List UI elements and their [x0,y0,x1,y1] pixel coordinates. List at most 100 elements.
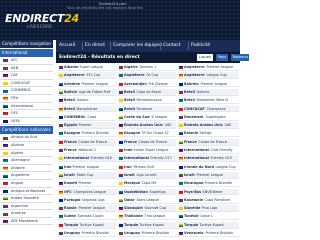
tab-pays[interactable]: Pays [216,54,228,61]
sidebar-item[interactable]: Antigua-et-Barbuda [0,188,53,196]
sidebar-item[interactable]: AVB [0,65,53,73]
league-link[interactable]: Brésil Gaúcho [178,88,239,96]
tab-ligues[interactable]: Ligues [197,54,213,61]
league-link[interactable]: Angleterre EFL Cup [58,72,116,80]
league-link[interactable]: Turquie Turkiye Kupasi [178,221,239,229]
league-link[interactable]: Inde Indian Super League [118,147,176,154]
tab-tableaux[interactable]: Tableaux [231,54,249,61]
sidebar-item[interactable]: Algérie [0,150,53,158]
sidebar-item[interactable]: Allemagne [0,157,53,165]
league-link[interactable]: Espagne 3ª Div Grupo 12 [118,130,176,138]
nav-link[interactable]: Accueil [57,40,77,52]
sidebar-item[interactable]: CAF [0,72,53,80]
league-link[interactable]: CONMEBOL Copa [58,114,116,121]
league-link[interactable]: Nicaragua Primera División [178,180,239,188]
league-link[interactable]: Tunésie Ligue 1 [178,213,239,221]
league-link[interactable]: Émirats Arabes Unis UAE [118,122,176,129]
sidebar-item[interactable]: Andorre [0,165,53,173]
league-country: International [124,156,149,161]
sidebar-item[interactable]: Argentine [0,203,53,211]
league-link[interactable]: Algérie Division 1 [118,64,176,71]
sidebar-section-international[interactable]: International [0,49,53,57]
league-country: Suède [64,214,76,219]
sidebar-item[interactable]: International [0,103,53,111]
league-link[interactable]: Brésil Goiano [58,97,116,105]
league-link[interactable]: Suède Svenska Cupen [58,213,116,221]
sidebar-item[interactable]: Afrique du Sud [0,134,53,142]
sidebar-item[interactable]: Angleterre [0,172,53,180]
league-link[interactable]: Israël State Cup [58,171,116,179]
league-link[interactable]: Thailande Thai League [118,213,176,221]
league-link[interactable]: Irak Premier League [58,164,116,171]
league-link[interactable]: Russie Premier League [58,205,116,212]
league-link[interactable]: Brésil Brasileirão Série D [178,97,239,105]
league-link[interactable]: International Friendly U17 [118,155,176,163]
league-link[interactable]: France Coupe de France [58,138,116,146]
league-link[interactable]: Koweït Premier [58,180,116,188]
league-link[interactable]: Turquie Turkiye Kupasi [118,221,176,229]
league-link[interactable]: Brésil Maranhense [58,105,116,113]
league-link[interactable]: Angleterre Premier League [178,64,239,71]
league-link[interactable]: Albanie Super League [58,64,116,71]
league-link[interactable]: International Friendly U23 [178,155,239,163]
nav-link[interactable]: En direct [83,40,107,52]
league-link[interactable]: Irlande du Nord League Cup [178,164,239,171]
league-link[interactable]: Mexique Copa MX [118,180,176,188]
nav-link[interactable]: Comparer les équipes [111,40,164,52]
league-link[interactable]: Qatar Stars League [118,197,176,204]
sidebar-item[interactable]: Arménie [0,210,53,218]
league-link[interactable]: Arménie Premier League [58,81,116,88]
league-link[interactable]: Azerbaïdjan Pré Division [118,81,176,88]
league-link[interactable]: Ouzbékistan Superliga [118,188,176,196]
league-link[interactable]: Angleterre League Cup [178,72,239,80]
sidebar-item[interactable]: Angola [0,180,53,188]
league-link[interactable]: Estonie Esiliiga [178,130,239,138]
league-link[interactable]: Bolivie Liga de Fútbol Prof [58,88,116,96]
league-link[interactable]: France Coupe de France [178,138,239,146]
sidebar-item[interactable]: Albénie [0,142,53,150]
league-link[interactable]: International Club Friendly [178,147,239,154]
sidebar-item[interactable]: OFC [0,110,53,118]
league-link[interactable]: Slovénie Prva Liga [178,205,239,212]
league-link[interactable]: Brésil Pernambucano [118,97,176,105]
sidebar-item-label: AFC [11,58,18,62]
league-link[interactable]: Roumanie Cupa României [178,197,239,204]
sidebar-item[interactable]: AFC [0,57,53,65]
league-link[interactable]: OFC Champions League [58,188,116,196]
league-link[interactable]: Égypte Premier [58,122,116,129]
sidebar-item[interactable]: CONCACAF [0,80,53,88]
league-link[interactable]: Portugal Segunda Liga [58,197,116,204]
league-link[interactable]: Venezuela Primera División [178,230,239,237]
league-link[interactable]: Bahreïn Premier League [178,81,239,88]
site-logo[interactable]: ENDIRECT24 LIVESCORE [5,13,79,33]
sidebar-item-label: Argentine [11,203,29,208]
league-link[interactable]: Brésil Paraense [118,105,176,113]
league-link[interactable]: Israël Premier League [178,171,239,179]
league-link[interactable]: Angleterre FA Cup [118,72,176,80]
sidebar-item[interactable]: CONMEBOL [0,87,53,95]
sidebar-item[interactable]: ARY Macédoine [0,218,53,226]
league-link[interactable]: International Friendly U20 [58,155,116,163]
nav-link[interactable]: Publicité [189,40,212,52]
league-link[interactable]: Corée du Sud K League [118,114,176,121]
league-link[interactable]: CONCACAF Champions [178,105,239,113]
league-link[interactable]: Émirats Arabes Unis UAE [178,122,239,129]
league-link[interactable]: Brésil Copa do Brasil [118,88,176,96]
league-link[interactable]: Pays-Bas KNVB Beker [178,188,239,196]
league-link[interactable]: Israël Liga Leumit [118,171,176,179]
league-link[interactable]: Uruguay Primera División [118,230,176,237]
league-link[interactable]: Turquie Turkiye Kupasi [58,221,116,229]
league-link[interactable]: Iran Persian Gulf [118,164,176,171]
league-link[interactable]: Uruguay Primera División [58,230,116,237]
sidebar-item[interactable]: UEFA [0,118,53,126]
league-link[interactable]: Danemark Superligaen [178,114,239,121]
sidebar-item[interactable]: Arabie Saoudite [0,195,53,203]
league-link[interactable]: France Coupe de France [118,138,176,146]
league-link[interactable]: Slovaquie Slovnaft Cup [118,205,176,212]
league-link[interactable]: Espagne Primera División [58,130,116,138]
league-link[interactable]: France National 2 [58,147,116,154]
nav-link[interactable]: Contact [161,40,183,52]
sidebar-section-national[interactable]: Compétitions nationales [0,126,53,135]
sidebar-item[interactable]: FIFA [0,95,53,103]
league-country: France [184,139,197,144]
